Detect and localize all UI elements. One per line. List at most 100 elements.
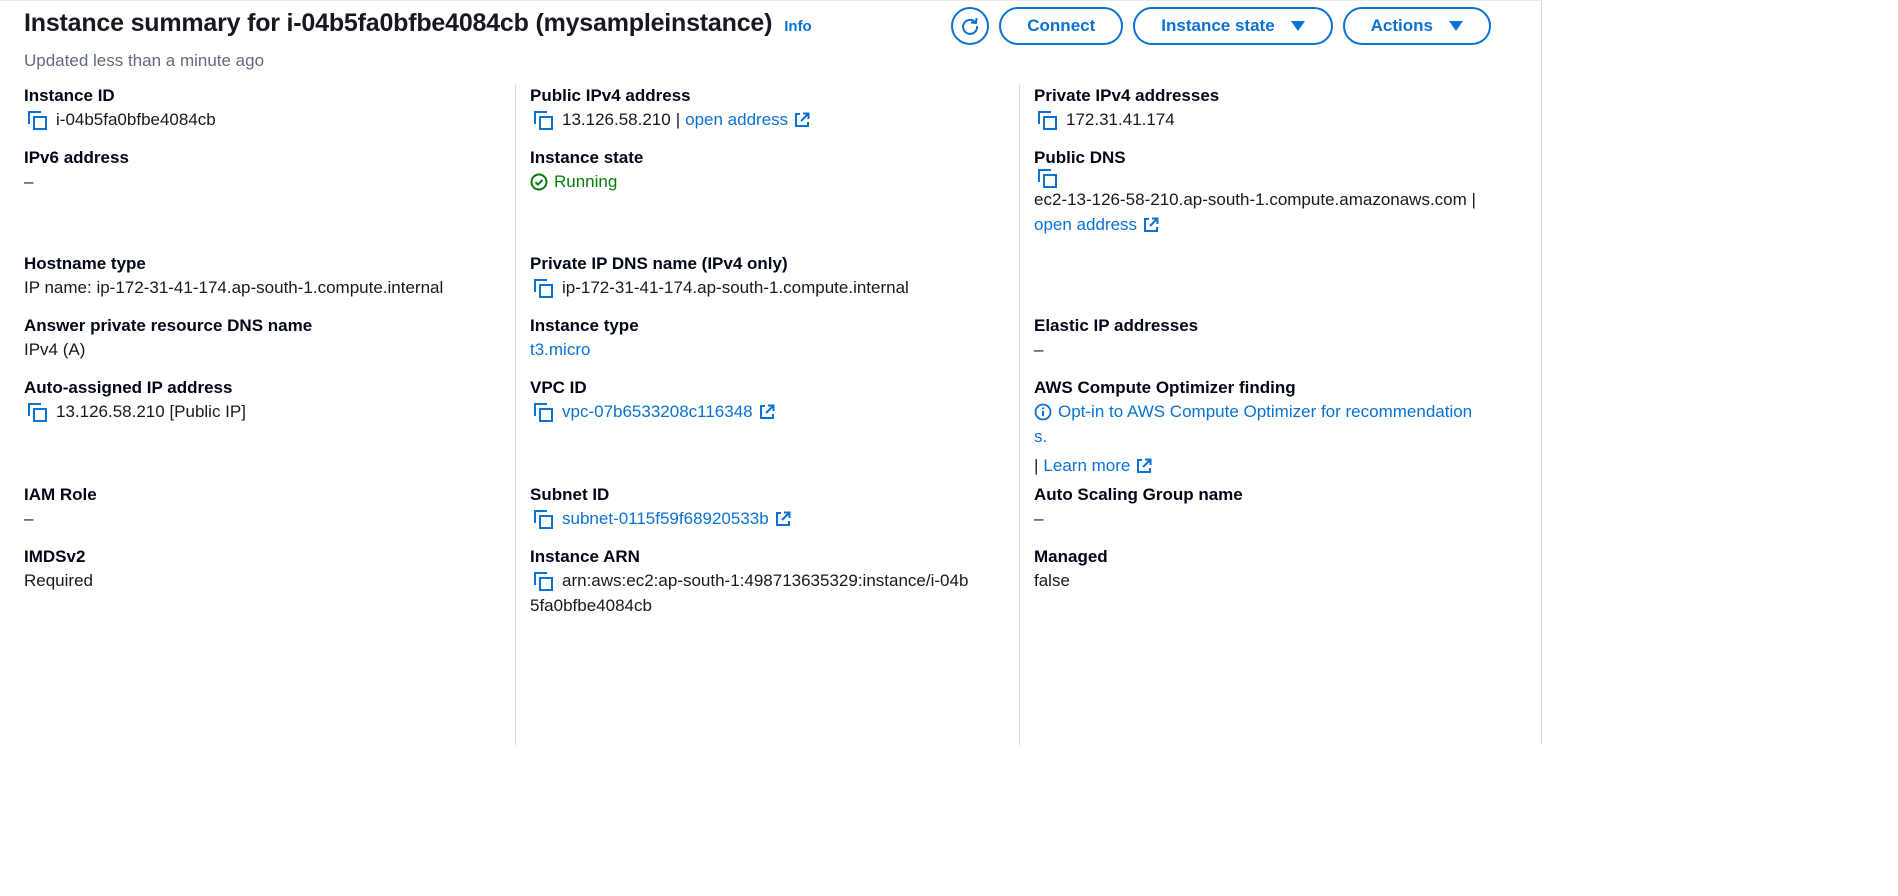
field-private-ipv4: Private IPv4 addresses 172.31.41.174 <box>1034 85 1542 132</box>
copy-icon[interactable] <box>534 402 553 422</box>
imdsv2-value: Required <box>24 571 93 590</box>
field-label: Auto-assigned IP address <box>24 378 233 397</box>
field-label: Instance state <box>530 148 644 167</box>
external-link-icon <box>775 511 791 527</box>
public-ipv4-value: 13.126.58.210 <box>562 110 671 129</box>
field-auto-ip: Auto-assigned IP address 13.126.58.210 [… <box>24 377 514 424</box>
details-column-3: Private IPv4 addresses 172.31.41.174 Pub… <box>1019 85 1542 745</box>
summary-header: Instance summary for i-04b5fa0bfbe4084cb… <box>24 9 812 45</box>
field-instance-arn: Instance ARN arn:aws:ec2:ap-south-1:4987… <box>530 546 1019 618</box>
field-iam-role: IAM Role – <box>24 484 514 531</box>
answer-dns-value: IPv4 (A) <box>24 340 86 359</box>
arn-value-line1: arn:aws:ec2:ap-south-1:498713635329:inst… <box>562 571 969 590</box>
details-column-2: Public IPv4 address 13.126.58.210 | open… <box>515 85 1019 745</box>
external-link-icon <box>759 404 775 420</box>
field-instance-type: Instance type t3.micro <box>530 315 1019 362</box>
external-link-icon <box>1136 458 1152 474</box>
field-label: Auto Scaling Group name <box>1034 485 1243 504</box>
actions-label: Actions <box>1370 16 1433 35</box>
info-link[interactable]: Info <box>784 18 812 35</box>
managed-value: false <box>1034 571 1070 590</box>
copy-icon[interactable] <box>534 278 553 298</box>
field-private-dns: Private IP DNS name (IPv4 only) ip-172-3… <box>530 253 1019 300</box>
connect-label: Connect <box>1027 16 1096 35</box>
field-asg-name: Auto Scaling Group name – <box>1034 484 1542 531</box>
field-managed: Managed false <box>1034 546 1542 593</box>
field-label: IAM Role <box>24 485 97 504</box>
optimizer-opt-in-link[interactable]: Opt-in to AWS Compute Optimizer for reco… <box>1058 399 1472 424</box>
subnet-id-link[interactable]: subnet-0115f59f68920533b <box>562 506 769 531</box>
private-dns-value: ip-172-31-41-174.ap-south-1.compute.inte… <box>562 278 909 297</box>
field-label: Private IPv4 addresses <box>1034 86 1220 105</box>
refresh-button[interactable] <box>951 7 990 45</box>
info-circle-icon <box>1034 403 1052 420</box>
field-label: Answer private resource DNS name <box>24 316 313 335</box>
status-badge: Running <box>530 169 1019 194</box>
private-ipv4-value: 172.31.41.174 <box>1066 110 1175 129</box>
auto-ip-value: 13.126.58.210 [Public IP] <box>56 402 246 421</box>
open-address-link[interactable]: open address <box>1034 212 1137 237</box>
field-instance-id: Instance ID i-04b5fa0bfbe4084cb <box>24 85 514 132</box>
copy-icon[interactable] <box>534 571 553 591</box>
external-link-icon <box>1143 217 1159 233</box>
instance-state-dropdown[interactable]: Instance state <box>1133 7 1333 45</box>
learn-more-link[interactable]: Learn more <box>1043 453 1130 478</box>
copy-icon[interactable] <box>28 110 47 130</box>
hostname-type-value: IP name: ip-172-31-41-174.ap-south-1.com… <box>24 278 444 297</box>
actions-dropdown[interactable]: Actions <box>1342 7 1491 45</box>
copy-icon[interactable] <box>1038 110 1057 130</box>
instance-summary-panel: Instance summary for i-04b5fa0bfbe4084cb… <box>0 0 1542 745</box>
elastic-ip-value: – <box>1034 340 1044 359</box>
field-label: Hostname type <box>24 254 146 273</box>
field-label: IMDSv2 <box>24 547 86 566</box>
instance-type-link[interactable]: t3.micro <box>530 337 1019 362</box>
field-label: Subnet ID <box>530 485 610 504</box>
field-label: AWS Compute Optimizer finding <box>1034 378 1296 397</box>
copy-icon[interactable] <box>1038 169 1057 188</box>
caret-down-icon <box>1449 21 1463 31</box>
field-vpc-id: VPC ID vpc-07b6533208c116348 <box>530 377 1019 424</box>
field-label: Instance ID <box>24 86 115 105</box>
external-link-icon <box>794 112 810 128</box>
refresh-icon <box>962 17 979 35</box>
field-public-dns: Public DNS ec2-13-126-58-210.ap-south-1.… <box>1034 147 1542 237</box>
field-label: VPC ID <box>530 378 587 397</box>
field-public-ipv4: Public IPv4 address 13.126.58.210 | open… <box>530 85 1019 132</box>
header-actions: Connect Instance state Actions <box>951 7 1491 45</box>
details-column-1: Instance ID i-04b5fa0bfbe4084cb IPv6 add… <box>24 85 514 745</box>
public-dns-value: ec2-13-126-58-210.ap-south-1.compute.ama… <box>1034 190 1476 209</box>
field-imdsv2: IMDSv2 Required <box>24 546 514 593</box>
page-title: Instance summary for i-04b5fa0bfbe4084cb… <box>24 9 773 37</box>
instance-state-label: Instance state <box>1161 16 1275 35</box>
copy-icon[interactable] <box>534 509 553 529</box>
copy-icon[interactable] <box>28 402 47 422</box>
field-label: Private IP DNS name (IPv4 only) <box>530 254 788 273</box>
field-label: Managed <box>1034 547 1108 566</box>
field-hostname-type: Hostname type IP name: ip-172-31-41-174.… <box>24 253 514 300</box>
field-label: Public DNS <box>1034 148 1126 167</box>
separator: | <box>1034 456 1039 475</box>
field-label: Public IPv4 address <box>530 86 691 105</box>
connect-button[interactable]: Connect <box>999 7 1124 45</box>
vpc-id-link[interactable]: vpc-07b6533208c116348 <box>562 399 753 424</box>
field-label: IPv6 address <box>24 148 129 167</box>
field-compute-optimizer: AWS Compute Optimizer finding Opt-in to … <box>1034 377 1542 478</box>
ipv6-value: – <box>24 172 34 191</box>
field-label: Instance type <box>530 316 639 335</box>
instance-state-value: Running <box>554 172 618 191</box>
copy-icon[interactable] <box>534 110 553 130</box>
field-label: Elastic IP addresses <box>1034 316 1199 335</box>
arn-value-line2: 5fa0bfbe4084cb <box>530 596 652 615</box>
field-label: Instance ARN <box>530 547 640 566</box>
iam-role-value: – <box>24 509 34 528</box>
caret-down-icon <box>1290 21 1305 31</box>
updated-timestamp: Updated less than a minute ago <box>24 51 265 70</box>
asg-value: – <box>1034 509 1044 528</box>
check-circle-icon <box>530 173 548 190</box>
optimizer-opt-in-link-cont[interactable]: s. <box>1034 424 1542 449</box>
field-answer-dns: Answer private resource DNS name IPv4 (A… <box>24 315 514 362</box>
open-address-link[interactable]: open address <box>685 107 788 132</box>
field-subnet-id: Subnet ID subnet-0115f59f68920533b <box>530 484 1019 531</box>
separator: | <box>675 110 681 129</box>
instance-id-value: i-04b5fa0bfbe4084cb <box>56 110 216 129</box>
